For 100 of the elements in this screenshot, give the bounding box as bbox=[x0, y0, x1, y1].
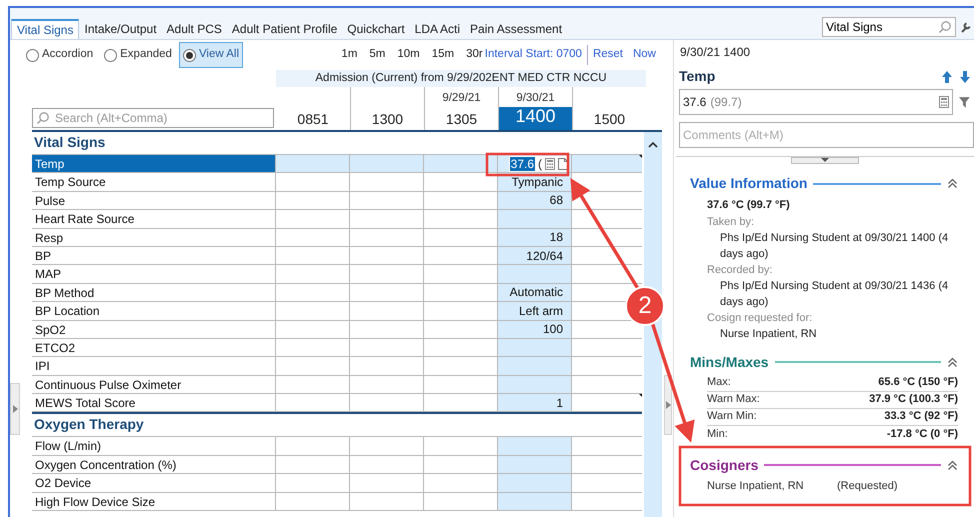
reset-link[interactable]: Reset bbox=[592, 46, 623, 64]
table-cell[interactable]: 68 bbox=[498, 192, 572, 210]
section-title: Mins/Maxes bbox=[690, 352, 769, 372]
limit-value: 65.6 °C (150 °F) bbox=[878, 375, 958, 390]
row-search-field[interactable]: Search (Alt+Comma) bbox=[32, 108, 274, 128]
table-cell[interactable] bbox=[498, 210, 572, 228]
tab[interactable]: LDA Acti bbox=[410, 19, 466, 39]
value-summary: 37.6 °C (99.7 °F) bbox=[707, 198, 791, 213]
table-cell[interactable] bbox=[498, 474, 572, 492]
row-label[interactable]: Pulse bbox=[32, 192, 276, 210]
interval-button[interactable]: 15m bbox=[432, 46, 454, 64]
detail-datetime: 9/30/21 1400 bbox=[680, 44, 752, 61]
table-cell[interactable]: 18 bbox=[498, 228, 572, 246]
row-label[interactable]: Continuous Pulse Oximeter bbox=[32, 376, 276, 394]
row-label[interactable]: MEWS Total Score bbox=[32, 394, 276, 412]
form-search-field[interactable]: Vital Signs bbox=[822, 17, 956, 37]
row-label[interactable]: IPI bbox=[32, 357, 276, 375]
cell-value: 68 bbox=[550, 192, 563, 210]
interval-button[interactable]: 5m bbox=[369, 46, 386, 64]
table-cell[interactable] bbox=[498, 376, 572, 394]
table-cell[interactable] bbox=[498, 437, 572, 455]
tab[interactable]: Quickchart bbox=[342, 19, 410, 39]
row-label[interactable]: High Flow Device Size bbox=[32, 492, 276, 510]
table-cell[interactable] bbox=[498, 456, 572, 474]
tab[interactable]: Adult Patient Profile bbox=[226, 19, 342, 39]
converted-value: (99.7) bbox=[710, 94, 742, 111]
expand-icon bbox=[666, 401, 670, 409]
comments-field[interactable]: Comments (Alt+M) bbox=[679, 122, 974, 148]
row-label[interactable]: BP Method bbox=[32, 284, 276, 302]
row-label[interactable]: Flow (L/min) bbox=[32, 437, 276, 455]
interval-button[interactable]: 10m bbox=[397, 46, 420, 64]
tab[interactable]: Intake/Output bbox=[79, 19, 162, 39]
time-column-header[interactable]: 1400 bbox=[499, 107, 572, 130]
time-column-header[interactable]: 1500 bbox=[573, 107, 646, 130]
collapse-icon[interactable] bbox=[947, 178, 958, 189]
wrench-icon[interactable] bbox=[960, 21, 972, 33]
time-column-header[interactable]: 0851 bbox=[276, 107, 350, 130]
row-label[interactable]: MAP bbox=[32, 265, 276, 283]
value-input[interactable]: 37.6 bbox=[510, 156, 535, 171]
table-cell[interactable] bbox=[498, 492, 572, 510]
view-mode-radio[interactable]: Accordion bbox=[22, 42, 98, 68]
limit-label: Warn Min: bbox=[707, 409, 757, 424]
table-cell[interactable]: 120/64 bbox=[498, 246, 572, 264]
collapse-icon[interactable] bbox=[947, 356, 958, 368]
table-cell[interactable] bbox=[498, 265, 572, 283]
row-label[interactable]: Oxygen Concentration (%) bbox=[32, 456, 276, 474]
interval-button[interactable]: 1m bbox=[341, 46, 358, 64]
row-label[interactable]: BP bbox=[32, 246, 276, 264]
step-badge: 2 bbox=[625, 286, 665, 326]
splitter-handle[interactable] bbox=[664, 375, 672, 435]
value-field[interactable]: 37.6 (99.7) bbox=[679, 89, 954, 115]
time-column-header[interactable]: 1300 bbox=[351, 107, 424, 130]
row-label[interactable]: BP Location bbox=[32, 302, 276, 320]
cell-value: 18 bbox=[550, 229, 563, 246]
interval-start-link[interactable]: Interval Start: 0700 bbox=[484, 46, 582, 64]
expand-icon bbox=[12, 405, 18, 413]
tab[interactable]: Adult PCS bbox=[162, 19, 227, 39]
collapse-icon[interactable] bbox=[947, 460, 958, 470]
tab[interactable]: Vital Signs bbox=[11, 19, 80, 39]
now-link[interactable]: Now bbox=[632, 46, 656, 64]
view-mode-radio[interactable]: View All bbox=[178, 42, 243, 68]
arrow-up-icon[interactable] bbox=[942, 70, 952, 82]
limit-label: Min: bbox=[707, 426, 728, 442]
expand-handle[interactable] bbox=[791, 157, 859, 164]
table-cell[interactable] bbox=[498, 357, 572, 375]
scroll-up-icon[interactable] bbox=[648, 142, 658, 148]
tab[interactable]: Pain Assessment bbox=[465, 19, 568, 39]
time-column-header[interactable]: 1305 bbox=[425, 107, 498, 130]
row-label[interactable]: SpO2 bbox=[32, 320, 276, 338]
row-label[interactable]: Heart Rate Source bbox=[32, 210, 276, 228]
table-cell[interactable]: Left arm bbox=[498, 302, 572, 320]
filter-icon[interactable] bbox=[959, 96, 970, 108]
cosign-status: (Requested) bbox=[837, 478, 898, 494]
table-cell[interactable]: Automatic bbox=[498, 284, 572, 302]
detail-title: Temp bbox=[679, 67, 716, 86]
row-label[interactable]: Temp Source bbox=[32, 173, 276, 191]
table-cell[interactable]: 100 bbox=[498, 320, 572, 338]
info-label: Recorded by: bbox=[707, 262, 774, 278]
calculator-icon[interactable] bbox=[939, 96, 950, 108]
table-cell[interactable] bbox=[498, 338, 572, 356]
arrow-down-icon[interactable] bbox=[960, 70, 970, 82]
limit-value: 37.9 °C (100.3 °F) bbox=[869, 392, 958, 408]
info-label: Taken by: bbox=[707, 214, 756, 230]
cell-value: Automatic bbox=[510, 284, 563, 302]
row-label[interactable]: Resp bbox=[32, 228, 276, 246]
row-label[interactable]: ETCO2 bbox=[32, 338, 276, 356]
limit-value: -17.8 °C (0 °F) bbox=[886, 426, 958, 442]
value-editor[interactable]: 37.6 ( bbox=[508, 156, 569, 172]
table-cell[interactable]: 1 bbox=[498, 394, 572, 412]
row-label[interactable]: Temp bbox=[32, 155, 276, 172]
calculator-icon[interactable] bbox=[545, 158, 555, 170]
interval-button[interactable]: 30r bbox=[466, 46, 483, 64]
limit-value: 33.3 °C (92 °F) bbox=[884, 409, 958, 424]
caret-icon bbox=[821, 158, 829, 162]
admission-text: Admission (Current) from 9/29/202 bbox=[315, 70, 492, 86]
section-header: Oxygen Therapy bbox=[33, 415, 145, 434]
row-label[interactable]: O2 Device bbox=[32, 474, 276, 492]
view-mode-radio[interactable]: Expanded bbox=[100, 42, 176, 68]
document-icon[interactable] bbox=[558, 158, 568, 170]
expand-handle[interactable] bbox=[10, 383, 20, 435]
